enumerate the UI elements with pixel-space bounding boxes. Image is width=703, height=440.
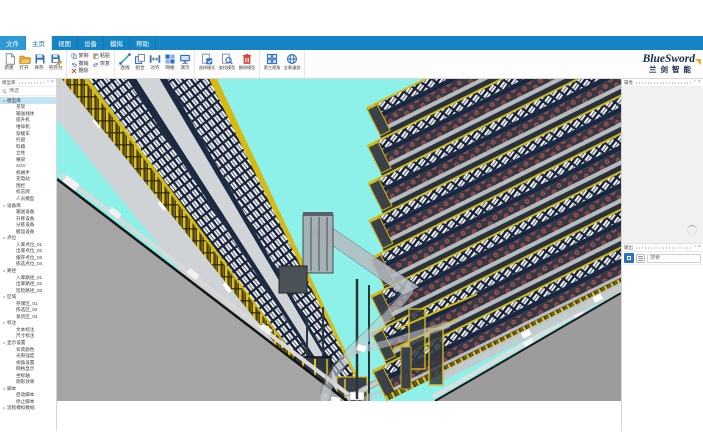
ribbon-tab-2[interactable]: 主页 (26, 36, 52, 50)
output-search-input[interactable] (650, 255, 698, 261)
ribbon-button-open-folder[interactable]: 打开 (17, 51, 32, 71)
new-file-icon (3, 52, 16, 65)
panel-grip (19, 82, 45, 84)
ribbon-button-new-file[interactable]: 新建 (2, 51, 17, 71)
output-toolbar (622, 252, 703, 265)
list-view-button[interactable] (636, 254, 645, 263)
model-library-panel: 模型库 ▫ × ▸模型库货架输送线体提升机堆垛机穿梭车托盘料箱立柱横梁AGV机械… (0, 79, 57, 431)
ribbon-button-undo[interactable]: 撤销 (71, 61, 89, 67)
ribbon-button-redo[interactable]: 恢复 (93, 61, 111, 67)
paste-icon (93, 53, 99, 59)
open-folder-icon (18, 52, 31, 65)
close-icon[interactable]: × (698, 245, 701, 250)
delete-icon (71, 68, 77, 74)
save-icon (33, 52, 46, 65)
app-logo: BlueSword 兰剑智能 (643, 53, 695, 75)
grid-icon (163, 52, 176, 65)
ribbon-group: 连线组合对齐网格演示 (115, 50, 195, 78)
ribbon-button-align[interactable]: 对齐 (147, 51, 162, 71)
ribbon-tab-3[interactable]: 视图 (52, 36, 78, 50)
ribbon-button-save[interactable]: 保存 (32, 51, 47, 71)
model-tree: ▸模型库货架输送线体提升机堆垛机穿梭车托盘料箱立柱横梁AGV机械手充电站围栏标志… (0, 96, 56, 431)
pin-icon[interactable]: ▫ (694, 245, 696, 250)
tree-group-流程模拟数据[interactable]: ▸流程模拟数据 (0, 405, 56, 412)
ribbon-button-group-model[interactable]: 组合 (132, 51, 147, 71)
ribbon-group-edit: 复制粘贴撤销恢复删除 (67, 50, 115, 78)
output-search (647, 254, 701, 263)
ribbon-tab-5[interactable]: 模拟 (104, 36, 130, 50)
ribbon-group: 选择模式查找模型删除模型 (195, 50, 260, 78)
app-window: 文件主页视图设备模拟帮助 新建打开保存另存为复制粘贴撤销恢复删除连线组合对齐网格… (0, 36, 703, 432)
model-cube-button[interactable] (624, 253, 634, 263)
ribbon-tab-6[interactable]: 帮助 (130, 36, 156, 50)
ribbon-group: 新建打开保存另存为 (0, 50, 67, 78)
properties-panel-title: 属性 (624, 79, 633, 85)
ribbon-group: 第三视角全景漫游 (260, 50, 305, 78)
redo-icon (93, 61, 99, 67)
sidebar-panel-header: 模型库 ▫ × (0, 79, 56, 87)
output-panel-title: 输出 (624, 244, 633, 250)
ribbon-button-third-person[interactable]: 第三视角 (262, 51, 282, 71)
select-mode-icon (201, 52, 214, 65)
find-model-icon (221, 52, 234, 65)
align-icon (148, 52, 161, 65)
delete-model-icon (241, 52, 254, 65)
panel-grip (636, 82, 692, 84)
undo-icon (71, 61, 77, 67)
third-person-icon (266, 52, 279, 65)
output-panel-body (622, 265, 703, 431)
ribbon-tab-1[interactable]: 文件 (0, 36, 26, 50)
roam-icon (286, 52, 299, 65)
sidebar-search-input[interactable] (9, 88, 54, 94)
right-dock: 属性 ▫ × 输出 ▫ × (621, 79, 703, 431)
ribbon-tab-bar: 文件主页视图设备模拟帮助 (0, 36, 703, 50)
ribbon-button-select-mode[interactable]: 选择模式 (197, 51, 217, 71)
screen-icon (178, 52, 191, 65)
cube-icon (627, 256, 631, 260)
ribbon-button-roam[interactable]: 全景漫游 (282, 51, 302, 71)
save-as-icon (49, 52, 62, 65)
logo-triangle-icon (695, 59, 701, 65)
ribbon-tab-4[interactable]: 设备 (78, 36, 104, 50)
sidebar-search (0, 87, 56, 96)
search-icon (2, 89, 7, 94)
ribbon-button-save-as[interactable]: 另存为 (47, 51, 64, 71)
ribbon-button-delete[interactable]: 删除 (71, 68, 89, 74)
ribbon-button-copy[interactable]: 复制 (71, 53, 89, 59)
copy-icon (71, 53, 77, 59)
ribbon-button-screen[interactable]: 演示 (177, 51, 192, 71)
sidebar-panel-title: 模型库 (2, 79, 16, 85)
panel-grip (636, 247, 692, 249)
output-panel-header: 输出 ▫ × (622, 244, 703, 252)
loading-spinner-icon (687, 225, 697, 235)
group-model-icon (133, 52, 146, 65)
close-icon[interactable]: × (698, 80, 701, 85)
ribbon-button-find-model[interactable]: 查找模型 (217, 51, 237, 71)
warehouse-scene (57, 79, 621, 401)
pin-icon[interactable]: ▫ (694, 80, 696, 85)
properties-panel-body (622, 87, 703, 244)
3d-viewport[interactable] (57, 79, 621, 431)
pin-icon[interactable]: ▫ (47, 80, 49, 85)
ribbon-button-line-tool[interactable]: 连线 (117, 51, 132, 71)
brand-name: BlueSword (643, 54, 695, 64)
properties-panel-header: 属性 ▫ × (622, 79, 703, 87)
ribbon-button-delete-model[interactable]: 删除模型 (237, 51, 257, 71)
ribbon-button-paste[interactable]: 粘贴 (93, 53, 111, 59)
line-tool-icon (118, 52, 131, 65)
ribbon-toolbar: 新建打开保存另存为复制粘贴撤销恢复删除连线组合对齐网格演示选择模式查找模型删除模… (0, 50, 703, 79)
brand-name-cn: 兰剑智能 (643, 65, 695, 75)
close-icon[interactable]: × (51, 80, 54, 85)
ribbon-button-grid[interactable]: 网格 (162, 51, 177, 71)
